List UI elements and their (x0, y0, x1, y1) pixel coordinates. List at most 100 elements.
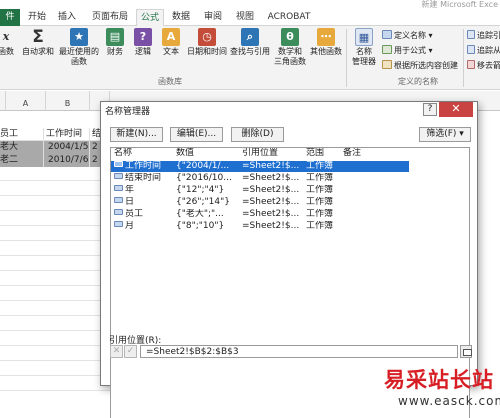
define-name-button[interactable]: 定义名称 ▾ (382, 30, 433, 41)
dialog-titlebar[interactable]: 名称管理器 ? ✕ (101, 102, 477, 118)
cancel-edit-button[interactable]: ✕ (110, 345, 123, 358)
math-trig-button[interactable]: θ 数学和 三角函数 (272, 28, 308, 67)
tab-insert[interactable]: 插入 (54, 9, 80, 26)
name-row[interactable]: 结束时间 {"2016/10... =Sheet2!$... 工作簿 (111, 173, 409, 184)
ribbon-formulas: x 函数 Σ 自动求和 ★ 最近使用的 函数 ▤ 财务 ? 逻辑 A 文本 ◷ … (0, 26, 500, 90)
text-label: 文本 (163, 47, 179, 56)
defined-names-label: 定义的名称 (398, 77, 438, 86)
logical-button[interactable]: ? 逻辑 (130, 28, 156, 57)
autosum-label: 自动求和 (22, 47, 54, 56)
name-row[interactable]: 年 {"12";"4"} =Sheet2!$... 工作簿 (111, 185, 409, 196)
tab-home[interactable]: 开始 (24, 9, 50, 26)
name-cell: 结束时间 (114, 173, 174, 184)
name-icon (114, 173, 123, 179)
close-button[interactable]: ✕ (439, 102, 473, 117)
name-manager-label-2: 管理器 (352, 57, 376, 66)
name-icon (114, 209, 123, 215)
tab-acrobat[interactable]: ACROBAT (264, 9, 314, 26)
insert-function-label: 函数 (0, 47, 14, 56)
refers-to-bar: ✕ ✓ (110, 345, 472, 358)
datetime-button[interactable]: ◷ 日期和时间 (184, 28, 230, 57)
names-list-header: 名称 数值 引用位置 范围 备注 (111, 148, 469, 159)
tab-data[interactable]: 数据 (168, 9, 194, 26)
column-header-a[interactable]: A (6, 91, 46, 111)
column-header-scope[interactable]: 范围 (306, 148, 342, 159)
name-row[interactable]: 员工 {"老大";"... =Sheet2!$... 工作簿 (111, 209, 409, 220)
grid-line (0, 390, 110, 391)
tab-formulas[interactable]: 公式 (136, 9, 164, 27)
scope-cell: 工作簿 (306, 209, 334, 219)
column-header-comment[interactable]: 备注 (343, 148, 379, 159)
more-label: 其他函数 (310, 47, 342, 56)
create-from-selection-button[interactable]: 根据所选内容创建 (382, 60, 458, 71)
cell[interactable]: 员工 (0, 128, 44, 141)
column-header-name[interactable]: 名称 (114, 148, 174, 159)
refers-to-input[interactable] (140, 345, 458, 358)
confirm-edit-button[interactable]: ✓ (124, 345, 137, 358)
text-icon: A (162, 28, 180, 46)
grid-line (0, 255, 110, 256)
value-cell: {"8";"10"} (176, 221, 225, 231)
name-manager-button[interactable]: ▦ 名称 管理器 (348, 28, 380, 67)
value-cell: {"2004/1/... (176, 161, 230, 171)
name-row[interactable]: 日 {"26";"14"} =Sheet2!$... 工作簿 (111, 197, 409, 208)
table-row: 员工 工作时间 结 (0, 128, 110, 141)
math-label-1: 数学和 (278, 47, 302, 56)
refers-to-cell: =Sheet2!$... (242, 209, 300, 219)
collapse-dialog-button[interactable] (460, 345, 472, 358)
autosum-button[interactable]: Σ 自动求和 (20, 28, 56, 57)
help-button[interactable]: ? (423, 103, 437, 116)
value-cell: {"12";"4"} (176, 185, 225, 195)
trace-precedents-button[interactable]: 追踪引 (467, 30, 500, 41)
column-header-value[interactable]: 数值 (176, 148, 236, 159)
name-text: 年 (125, 185, 135, 195)
grid-line (0, 180, 110, 181)
scope-cell: 工作簿 (306, 197, 334, 207)
name-text: 结束时间 (125, 173, 162, 183)
remove-arrows-button[interactable]: 移去箭 (467, 60, 500, 71)
delete-button[interactable]: 删除(D) (231, 127, 284, 142)
tab-file[interactable]: 件 (0, 9, 20, 26)
cell[interactable]: 老大 (0, 141, 44, 154)
cell[interactable]: 老二 (0, 154, 44, 167)
cell[interactable]: 2004/1/5 (44, 141, 90, 154)
name-row[interactable]: 工作时间 {"2004/1/... =Sheet2!$... 工作簿 (111, 161, 409, 172)
lookup-button[interactable]: ⌕ 查找与引用 (228, 28, 272, 57)
name-cell: 员工 (114, 209, 174, 220)
use-in-formula-button[interactable]: 用于公式 ▾ (382, 45, 433, 56)
define-name-label: 定义名称 (394, 31, 426, 40)
text-button[interactable]: A 文本 (158, 28, 184, 57)
tab-view[interactable]: 视图 (232, 9, 258, 26)
column-header-refers-to[interactable]: 引用位置 (242, 148, 302, 159)
refers-to-cell: =Sheet2!$... (242, 185, 300, 195)
grid-line (0, 360, 110, 361)
tab-review[interactable]: 审阅 (200, 9, 226, 26)
new-button[interactable]: 新建(N)... (110, 127, 163, 142)
more-functions-button[interactable]: ⋯ 其他函数 (308, 28, 344, 57)
scope-cell: 工作簿 (306, 221, 334, 231)
financial-button[interactable]: ▤ 财务 (102, 28, 128, 57)
tab-page-layout[interactable]: 页面布局 (86, 9, 134, 26)
insert-function-button[interactable]: x 函数 (0, 28, 16, 57)
cell[interactable]: 2010/7/6 (44, 154, 90, 167)
grid-line (0, 330, 110, 331)
value-cell: {"老大";"... (176, 209, 224, 219)
trace-dependents-button[interactable]: 追踪从 (467, 45, 500, 56)
trace-icon (467, 45, 475, 54)
name-text: 月 (125, 221, 135, 231)
refers-to-cell: =Sheet2!$... (242, 161, 300, 171)
formula-icon (382, 45, 392, 54)
column-header-b[interactable]: B (46, 91, 90, 111)
question-icon: ? (134, 28, 152, 46)
grid-icon (382, 60, 392, 69)
recent-functions-button[interactable]: ★ 最近使用的 函数 (58, 28, 100, 67)
edit-button[interactable]: 编辑(E)... (170, 127, 223, 142)
cell[interactable]: 工作时间 (44, 128, 90, 141)
grid-line (0, 195, 110, 196)
title-strip: 新建 Microsoft Exce (0, 0, 500, 9)
remove-arrows-icon (467, 60, 475, 69)
scope-cell: 工作簿 (306, 185, 334, 195)
trace-icon (467, 30, 475, 39)
name-row[interactable]: 月 {"8";"10"} =Sheet2!$... 工作簿 (111, 221, 409, 232)
filter-button[interactable]: 筛选(F) ▾ (419, 127, 471, 142)
